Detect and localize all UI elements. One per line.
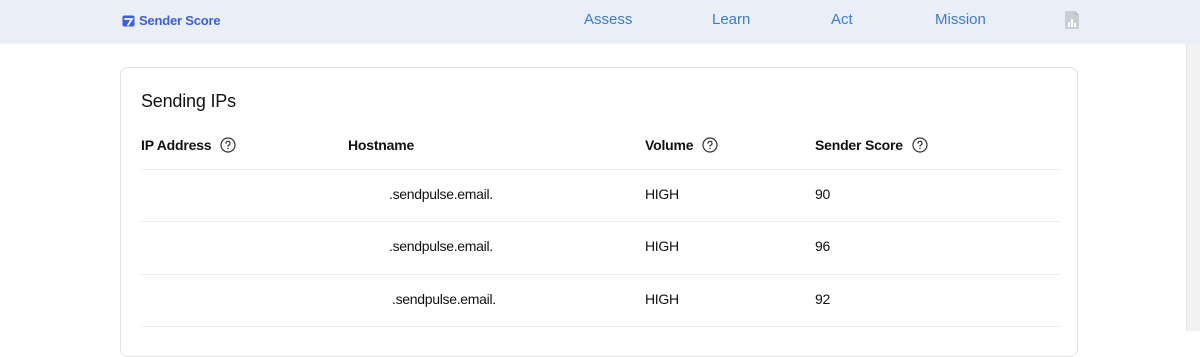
question-circle-icon[interactable]	[702, 137, 718, 153]
row-score: 90	[815, 186, 830, 202]
bar-chart-document-icon[interactable]	[1064, 10, 1080, 30]
column-header-score-label: Sender Score	[815, 137, 903, 153]
row-score: 96	[815, 238, 830, 254]
card-title: Sending IPs	[141, 91, 236, 111]
row-divider	[141, 169, 1060, 170]
sending-ips-card: Sending IPs IP Address Hostname Volume S…	[120, 67, 1078, 357]
row-score: 92	[815, 291, 830, 307]
nav-assess[interactable]: Assess	[584, 11, 632, 28]
question-circle-icon[interactable]	[220, 137, 236, 153]
column-header-volume-label: Volume	[645, 137, 694, 153]
column-header-ip-label: IP Address	[141, 137, 212, 153]
column-header-score: Sender Score	[815, 137, 928, 153]
row-volume: HIGH	[645, 186, 679, 202]
nav-act[interactable]: Act	[831, 11, 853, 28]
column-header-hostname: Hostname	[348, 137, 414, 153]
row-volume: HIGH	[645, 238, 679, 254]
nav-learn[interactable]: Learn	[712, 11, 750, 28]
brand-name: Sender Score	[139, 13, 221, 28]
row-volume: HIGH	[645, 291, 679, 307]
column-header-ip: IP Address	[141, 137, 236, 153]
nav-mission[interactable]: Mission	[935, 11, 986, 28]
top-nav-bar: Sender Score Assess Learn Act Mission	[0, 0, 1200, 43]
column-header-hostname-label: Hostname	[348, 137, 415, 153]
row-hostname: .sendpulse.email.	[389, 238, 493, 254]
row-divider	[141, 221, 1060, 222]
row-divider	[141, 326, 1060, 327]
sender-score-logo-icon	[122, 15, 135, 26]
row-hostname: .sendpulse.email.	[389, 186, 493, 202]
page-scrollbar[interactable]	[1186, 43, 1200, 331]
row-divider	[141, 274, 1060, 275]
column-header-volume: Volume	[645, 137, 718, 153]
brand-logo[interactable]: Sender Score	[122, 13, 221, 28]
row-hostname: .sendpulse.email.	[392, 291, 496, 307]
question-circle-icon[interactable]	[912, 137, 928, 153]
